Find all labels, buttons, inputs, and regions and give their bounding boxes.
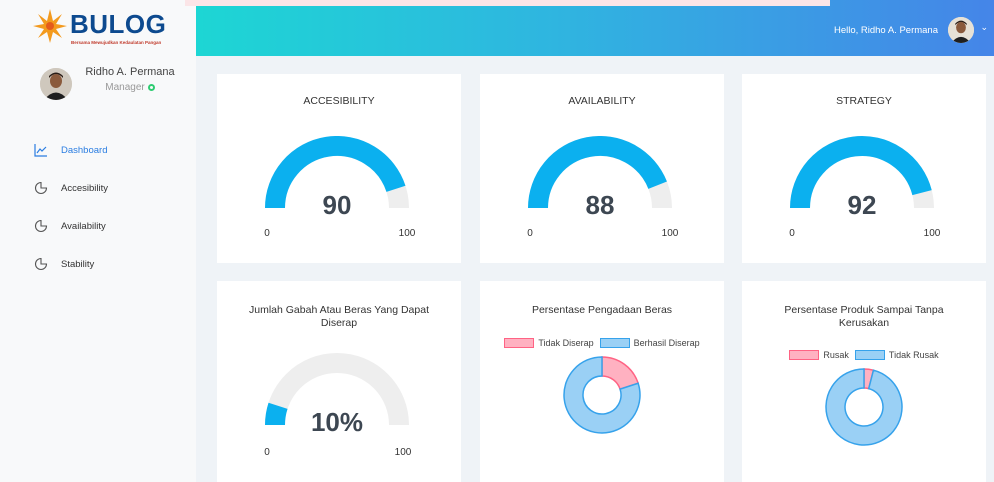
legend-item[interactable]: Rusak [789,350,849,360]
legend-item[interactable]: Tidak Rusak [854,350,939,360]
nav-label: Dashboard [61,144,108,156]
role-label: Manager [105,82,145,93]
nav-label: Accesibility [61,182,108,194]
brand-tagline: Bersama Mewujudkan Kedaulatan Pangan [71,40,162,45]
card-title: Jumlah Gabah Atau Beras Yang Dapat Diser… [249,304,429,329]
nav-label: Stability [61,258,95,270]
gauge-max-label: 100 [924,228,941,239]
online-status-icon [147,83,155,91]
logo-star-icon [33,9,67,43]
gauge-max-label: 100 [399,228,416,239]
legend-swatch [789,350,820,360]
chart-legend: Tidak Diserap Berhasil Diserap [480,338,724,348]
nav-accesibility[interactable]: Accesibility [34,179,108,197]
gauge-icon [34,181,48,195]
greeting-text: Hello, Ridho A. Permana [833,25,938,36]
card-title: ACCESIBILITY [303,95,375,107]
avatar [40,68,72,100]
legend-swatch [504,338,535,348]
gauge-chart: 90 0 100 [264,136,416,239]
donut-chart [825,368,903,446]
bulog-logo[interactable]: BULOG Bersama Mewujudkan Kedaulatan Pang… [32,8,177,48]
gauge-min-label: 0 [264,447,270,455]
card-title: STRATEGY [836,95,892,107]
nav-availability[interactable]: Availability [34,217,106,235]
nav-stability[interactable]: Stability [34,255,94,273]
legend-item[interactable]: Berhasil Diserap [599,338,700,348]
user-avatar-icon [948,17,974,43]
donut-card-kerusakan: Persentase Produk Sampai Tanpa Kerusakan… [742,281,986,482]
user-avatar-icon [40,68,72,100]
chevron-down-icon[interactable]: ⌄ [980,22,988,33]
profile-name: Ridho A. Permana [85,66,175,78]
gauge-value-arc [264,402,288,426]
brand-name: BULOG [70,9,167,39]
card-title: AVAILABILITY [568,95,636,107]
gauge-value: 88 [586,190,615,220]
gauge-min-label: 0 [789,228,795,239]
legend-label: Tidak Rusak [888,350,939,360]
gauge-card-strategy: STRATEGY 92 0 100 [742,74,986,263]
nav-label: Availability [61,220,106,232]
gauge-min-label: 0 [527,228,533,239]
legend-label: Tidak Diserap [538,338,594,348]
gauge-chart: 92 0 100 [789,136,941,239]
donut-slice-tidak-rusak[interactable] [825,368,903,446]
gauge-max-label: 100 [395,447,412,455]
nav-dashboard[interactable]: Dashboard [34,141,107,159]
gauge-max-label: 100 [662,228,679,239]
profile-role: Manager [80,82,180,93]
sidebar: BULOG Bersama Mewujudkan Kedaulatan Pang… [0,0,196,482]
gauge-chart: 88 0 100 [527,136,679,239]
card-title: Persentase Produk Sampai Tanpa Kerusakan [784,304,944,329]
legend-swatch [599,338,630,348]
legend-item[interactable]: Tidak Diserap [504,338,594,348]
notification-strip [185,0,830,6]
gauge-value: 90 [323,190,352,220]
donut-chart [563,356,641,434]
gauge-card-accesibility: ACCESIBILITY 90 0 100 [217,74,461,263]
gauge-value: 10% [311,407,363,437]
chart-legend: Rusak Tidak Rusak [742,350,986,360]
legend-swatch [854,350,885,360]
legend-label: Rusak [823,350,849,360]
gauge-value: 92 [848,190,877,220]
gauge-icon [34,219,48,233]
donut-card-pengadaan: Persentase Pengadaan Beras Tidak Diserap… [480,281,724,482]
gauge-card-jumlah-gabah: Jumlah Gabah Atau Beras Yang Dapat Diser… [217,281,461,482]
header-avatar[interactable] [948,17,974,43]
legend-label: Berhasil Diserap [633,338,700,348]
line-chart-icon [34,144,47,157]
gauge-min-label: 0 [264,228,270,239]
gauge-chart: 10% 0 100 [264,353,412,455]
gauge-icon [34,257,48,271]
gauge-card-availability: AVAILABILITY 88 0 100 [480,74,724,263]
card-title: Persentase Pengadaan Beras [531,304,673,316]
